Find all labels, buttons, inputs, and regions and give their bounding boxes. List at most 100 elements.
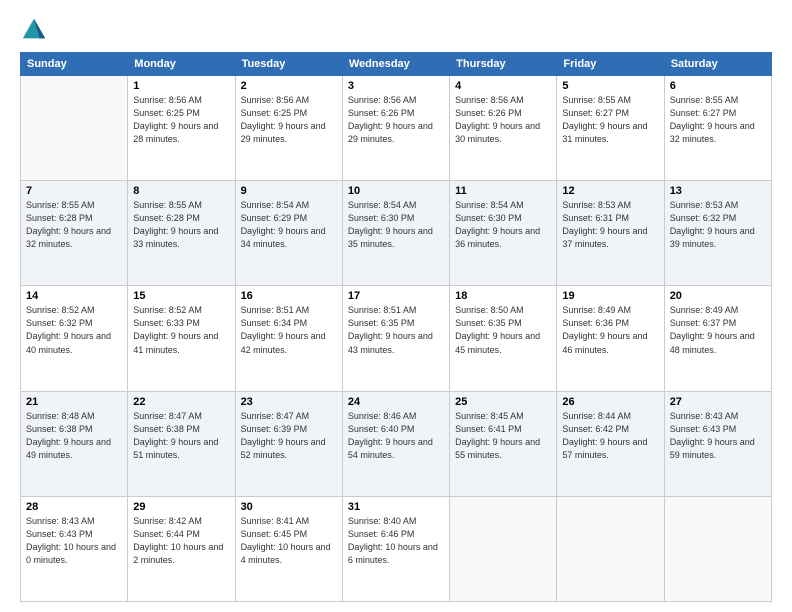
day-number: 19 <box>562 290 658 302</box>
day-info: Sunrise: 8:49 AMSunset: 6:37 PMDaylight:… <box>670 304 766 356</box>
day-number: 13 <box>670 185 766 197</box>
day-header-saturday: Saturday <box>664 53 771 76</box>
day-header-monday: Monday <box>128 53 235 76</box>
calendar-cell: 10Sunrise: 8:54 AMSunset: 6:30 PMDayligh… <box>342 181 449 286</box>
day-info: Sunrise: 8:47 AMSunset: 6:38 PMDaylight:… <box>133 410 229 462</box>
calendar-week-row: 28Sunrise: 8:43 AMSunset: 6:43 PMDayligh… <box>21 496 772 601</box>
calendar-week-row: 14 Sunrise: 8:52 AMSunset: 6:32 PMDayligh… <box>21 286 772 391</box>
day-number: 1 <box>133 80 229 92</box>
day-info: Sunrise: 8:55 AMSunset: 6:28 PMDaylight:… <box>26 199 122 251</box>
day-info: Sunrise: 8:43 AMSunset: 6:43 PMDaylight:… <box>670 410 766 462</box>
day-number: 15 <box>133 290 229 302</box>
day-number: 20 <box>670 290 766 302</box>
day-info: Sunrise: 8:46 AMSunset: 6:40 PMDaylight:… <box>348 410 444 462</box>
day-header-friday: Friday <box>557 53 664 76</box>
day-header-tuesday: Tuesday <box>235 53 342 76</box>
day-info: Sunrise: 8:55 AMSunset: 6:27 PMDaylight:… <box>562 94 658 146</box>
calendar-cell: 13 Sunrise: 8:53 AMSunset: 6:32 PMDayligh… <box>664 181 771 286</box>
calendar-cell: 16 Sunrise: 8:51 AMSunset: 6:34 PMDayligh… <box>235 286 342 391</box>
day-number: 7 <box>26 185 122 197</box>
day-number: 14 <box>26 290 122 302</box>
logo <box>20 16 52 44</box>
day-info: Sunrise: 8:56 AMSunset: 6:26 PMDaylight:… <box>348 94 444 146</box>
calendar-cell: 6 Sunrise: 8:55 AMSunset: 6:27 PMDaylight… <box>664 76 771 181</box>
calendar-cell <box>450 496 557 601</box>
day-number: 6 <box>670 80 766 92</box>
day-number: 22 <box>133 396 229 408</box>
day-info: Sunrise: 8:40 AMSunset: 6:46 PMDaylight:… <box>348 515 444 567</box>
calendar-cell: 12 Sunrise: 8:53 AMSunset: 6:31 PMDayligh… <box>557 181 664 286</box>
calendar-cell: 8Sunrise: 8:55 AMSunset: 6:28 PMDaylight… <box>128 181 235 286</box>
day-number: 17 <box>348 290 444 302</box>
calendar-cell: 7 Sunrise: 8:55 AMSunset: 6:28 PMDaylight… <box>21 181 128 286</box>
day-info: Sunrise: 8:54 AMSunset: 6:30 PMDaylight:… <box>348 199 444 251</box>
calendar-cell: 15 Sunrise: 8:52 AMSunset: 6:33 PMDayligh… <box>128 286 235 391</box>
calendar-cell: 20 Sunrise: 8:49 AMSunset: 6:37 PMDayligh… <box>664 286 771 391</box>
calendar-cell: 19Sunrise: 8:49 AMSunset: 6:36 PMDayligh… <box>557 286 664 391</box>
day-header-wednesday: Wednesday <box>342 53 449 76</box>
calendar-cell: 21 Sunrise: 8:48 AMSunset: 6:38 PMDayligh… <box>21 391 128 496</box>
day-info: Sunrise: 8:51 AMSunset: 6:34 PMDaylight:… <box>241 304 337 356</box>
day-number: 3 <box>348 80 444 92</box>
day-number: 4 <box>455 80 551 92</box>
day-info: Sunrise: 8:53 AMSunset: 6:32 PMDaylight:… <box>670 199 766 251</box>
day-info: Sunrise: 8:52 AMSunset: 6:32 PMDaylight:… <box>26 304 122 356</box>
calendar-cell <box>557 496 664 601</box>
day-info: Sunrise: 8:56 AMSunset: 6:25 PMDaylight:… <box>133 94 229 146</box>
calendar-cell: 11 Sunrise: 8:54 AMSunset: 6:30 PMDayligh… <box>450 181 557 286</box>
calendar-cell: 30Sunrise: 8:41 AMSunset: 6:45 PMDayligh… <box>235 496 342 601</box>
day-info: Sunrise: 8:45 AMSunset: 6:41 PMDaylight:… <box>455 410 551 462</box>
calendar-header-row: SundayMondayTuesdayWednesdayThursdayFrid… <box>21 53 772 76</box>
day-info: Sunrise: 8:52 AMSunset: 6:33 PMDaylight:… <box>133 304 229 356</box>
calendar-week-row: 7 Sunrise: 8:55 AMSunset: 6:28 PMDaylight… <box>21 181 772 286</box>
day-info: Sunrise: 8:48 AMSunset: 6:38 PMDaylight:… <box>26 410 122 462</box>
day-number: 18 <box>455 290 551 302</box>
calendar-cell: 26 Sunrise: 8:44 AMSunset: 6:42 PMDayligh… <box>557 391 664 496</box>
calendar-cell: 1 Sunrise: 8:56 AMSunset: 6:25 PMDaylight… <box>128 76 235 181</box>
calendar-cell: 29Sunrise: 8:42 AMSunset: 6:44 PMDayligh… <box>128 496 235 601</box>
day-number: 5 <box>562 80 658 92</box>
calendar-cell: 3 Sunrise: 8:56 AMSunset: 6:26 PMDaylight… <box>342 76 449 181</box>
day-header-sunday: Sunday <box>21 53 128 76</box>
logo-icon <box>20 16 48 44</box>
calendar-cell: 28Sunrise: 8:43 AMSunset: 6:43 PMDayligh… <box>21 496 128 601</box>
header <box>20 16 772 44</box>
day-number: 12 <box>562 185 658 197</box>
day-number: 26 <box>562 396 658 408</box>
day-number: 31 <box>348 501 444 513</box>
day-info: Sunrise: 8:41 AMSunset: 6:45 PMDaylight:… <box>241 515 337 567</box>
calendar-cell: 23 Sunrise: 8:47 AMSunset: 6:39 PMDayligh… <box>235 391 342 496</box>
day-info: Sunrise: 8:56 AMSunset: 6:26 PMDaylight:… <box>455 94 551 146</box>
calendar-cell: 27 Sunrise: 8:43 AMSunset: 6:43 PMDayligh… <box>664 391 771 496</box>
day-number: 11 <box>455 185 551 197</box>
day-info: Sunrise: 8:55 AMSunset: 6:27 PMDaylight:… <box>670 94 766 146</box>
day-info: Sunrise: 8:47 AMSunset: 6:39 PMDaylight:… <box>241 410 337 462</box>
day-number: 28 <box>26 501 122 513</box>
calendar-cell <box>664 496 771 601</box>
day-number: 24 <box>348 396 444 408</box>
day-number: 29 <box>133 501 229 513</box>
calendar-cell: 18 Sunrise: 8:50 AMSunset: 6:35 PMDayligh… <box>450 286 557 391</box>
calendar-cell: 22 Sunrise: 8:47 AMSunset: 6:38 PMDayligh… <box>128 391 235 496</box>
day-number: 23 <box>241 396 337 408</box>
page: SundayMondayTuesdayWednesdayThursdayFrid… <box>0 0 792 612</box>
calendar-table: SundayMondayTuesdayWednesdayThursdayFrid… <box>20 52 772 602</box>
day-header-thursday: Thursday <box>450 53 557 76</box>
calendar-week-row: 21 Sunrise: 8:48 AMSunset: 6:38 PMDayligh… <box>21 391 772 496</box>
day-info: Sunrise: 8:44 AMSunset: 6:42 PMDaylight:… <box>562 410 658 462</box>
day-number: 21 <box>26 396 122 408</box>
day-number: 27 <box>670 396 766 408</box>
calendar-cell: 2Sunrise: 8:56 AMSunset: 6:25 PMDaylight… <box>235 76 342 181</box>
calendar-cell: 17 Sunrise: 8:51 AMSunset: 6:35 PMDayligh… <box>342 286 449 391</box>
calendar-cell: 31 Sunrise: 8:40 AMSunset: 6:46 PMDayligh… <box>342 496 449 601</box>
day-info: Sunrise: 8:55 AMSunset: 6:28 PMDaylight:… <box>133 199 229 251</box>
day-info: Sunrise: 8:50 AMSunset: 6:35 PMDaylight:… <box>455 304 551 356</box>
day-info: Sunrise: 8:53 AMSunset: 6:31 PMDaylight:… <box>562 199 658 251</box>
calendar-cell: 24 Sunrise: 8:46 AMSunset: 6:40 PMDayligh… <box>342 391 449 496</box>
day-info: Sunrise: 8:54 AMSunset: 6:30 PMDaylight:… <box>455 199 551 251</box>
day-number: 16 <box>241 290 337 302</box>
calendar-week-row: 1 Sunrise: 8:56 AMSunset: 6:25 PMDaylight… <box>21 76 772 181</box>
day-info: Sunrise: 8:51 AMSunset: 6:35 PMDaylight:… <box>348 304 444 356</box>
calendar-cell: 4 Sunrise: 8:56 AMSunset: 6:26 PMDaylight… <box>450 76 557 181</box>
day-info: Sunrise: 8:56 AMSunset: 6:25 PMDaylight:… <box>241 94 337 146</box>
